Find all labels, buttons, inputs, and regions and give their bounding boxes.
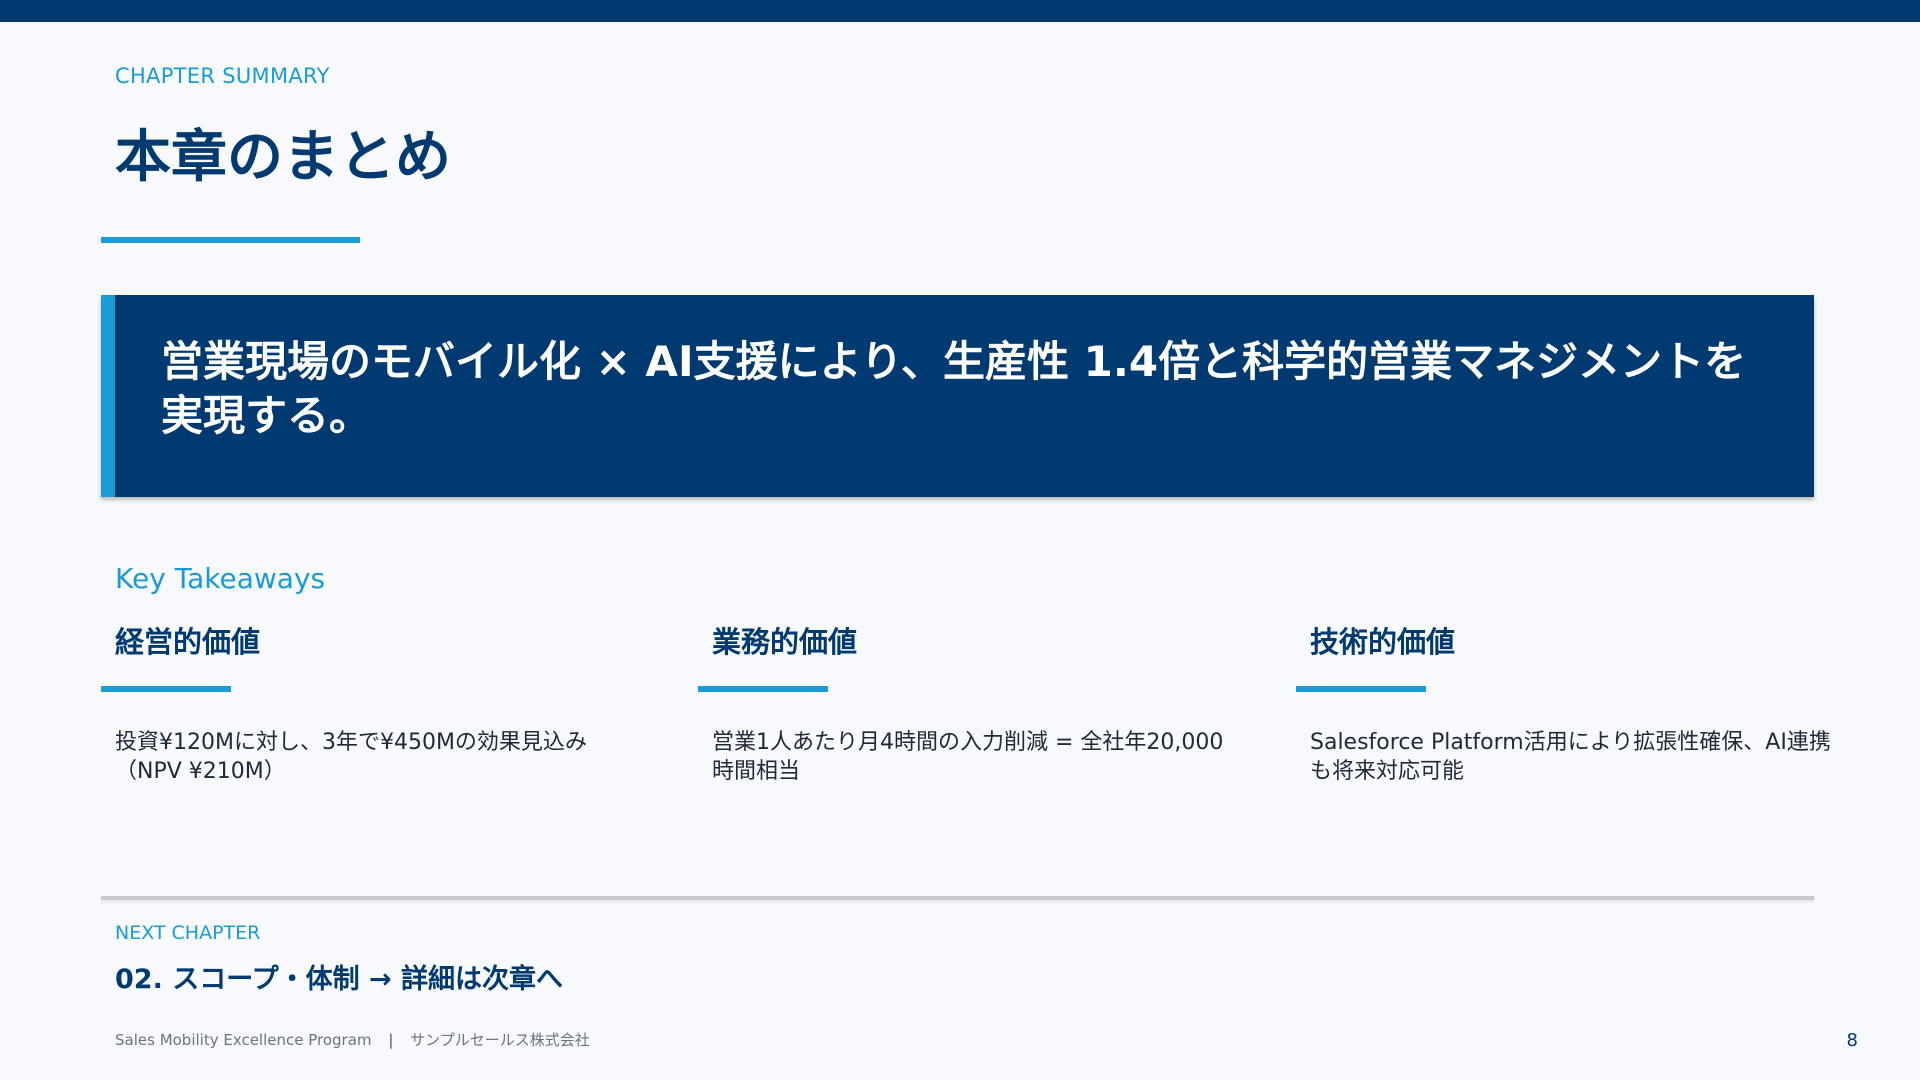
takeaway-body: 投資¥120Mに対し、3年で¥450Mの効果見込み（NPV ¥210M）: [115, 730, 587, 784]
takeaway-title: 業務的価値: [712, 625, 858, 659]
next-chapter-label: NEXT CHAPTER: [115, 922, 261, 944]
takeaway-body: 営業1人あたり月4時間の入力削減 = 全社年20,000時間相当: [712, 730, 1224, 784]
section-divider: [101, 896, 1814, 900]
takeaways-label: Key Takeaways: [115, 562, 326, 595]
footer: Sales Mobility Excellence Program | サンプル…: [115, 1029, 590, 1050]
chapter-eyebrow: CHAPTER SUMMARY: [115, 64, 330, 88]
footer-program: Sales Mobility Excellence Program: [115, 1031, 372, 1049]
takeaway-title: 技術的価値: [1310, 625, 1456, 659]
key-message-banner: 営業現場のモバイル化 × AI支援により、生産性 1.4倍と科学的営業マネジメン…: [101, 295, 1814, 497]
takeaway-title: 経営的価値: [115, 625, 261, 659]
page-title: 本章のまとめ: [115, 125, 451, 190]
takeaway-body: Salesforce Platform活用により拡張性確保、AI連携も将来対応可…: [1310, 730, 1831, 784]
top-accent-bar: [0, 0, 1920, 22]
takeaway-underline: [1296, 686, 1426, 692]
key-message-text: 営業現場のモバイル化 × AI支援により、生産性 1.4倍と科学的営業マネジメン…: [161, 337, 1747, 440]
next-chapter-title: 02. スコープ・体制 → 詳細は次章へ: [115, 964, 564, 995]
page-number: 8: [1846, 1030, 1858, 1051]
footer-separator: |: [388, 1031, 394, 1049]
takeaway-underline: [101, 686, 231, 692]
takeaway-underline: [698, 686, 828, 692]
takeaway-technical-value: 技術的価値 Salesforce Platform活用により拡張性確保、AI連携…: [1296, 622, 1856, 786]
footer-company: サンプルセールス株式会社: [410, 1031, 590, 1049]
takeaway-management-value: 経営的価値 投資¥120Mに対し、3年で¥450Mの効果見込み（NPV ¥210…: [101, 622, 661, 786]
title-underline: [101, 237, 360, 243]
takeaway-business-value: 業務的価値 営業1人あたり月4時間の入力削減 = 全社年20,000時間相当: [698, 622, 1258, 786]
